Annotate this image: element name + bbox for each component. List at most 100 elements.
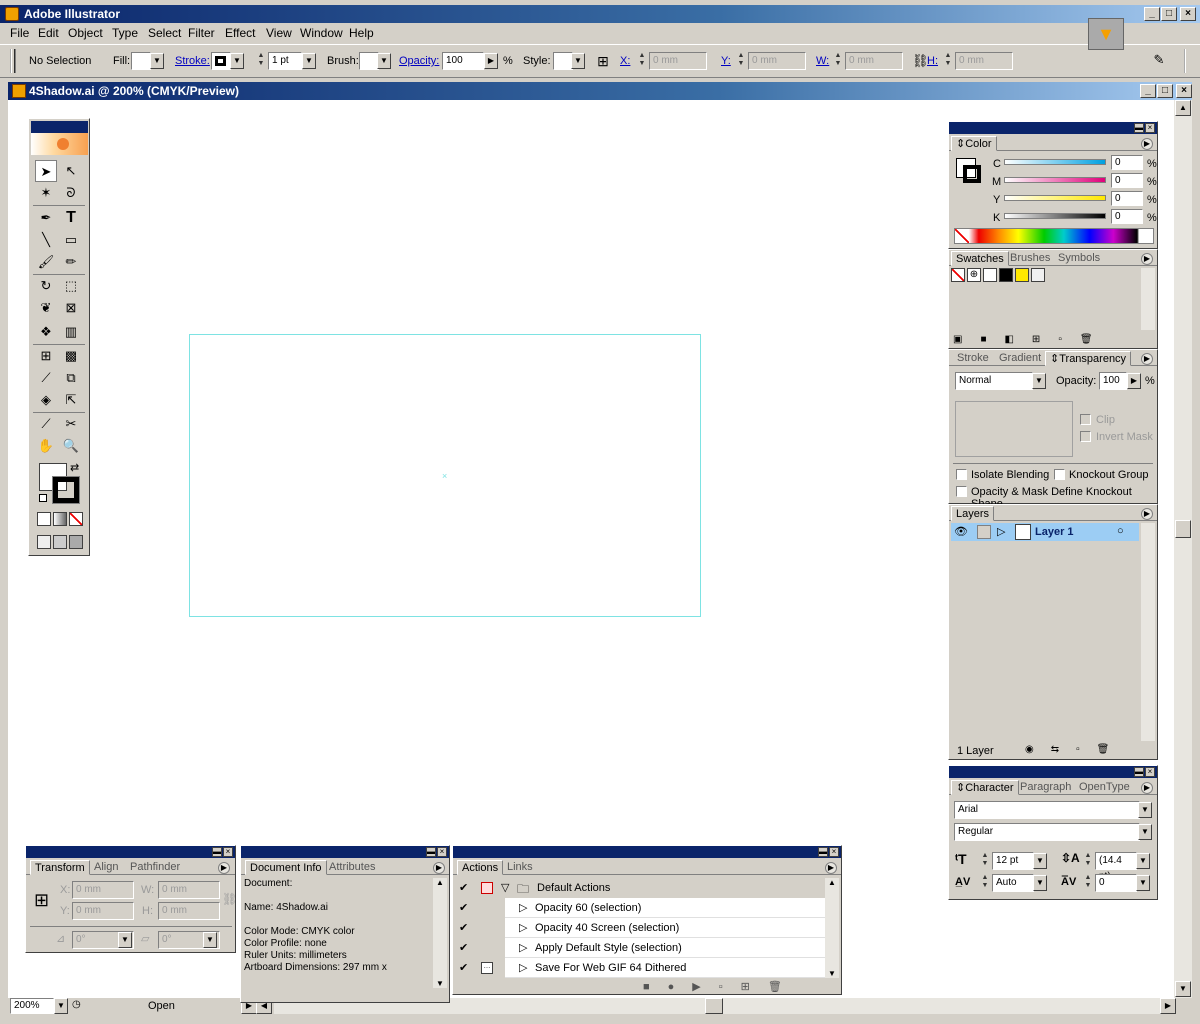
opacity-popup-button[interactable]: ▶	[484, 53, 498, 69]
menu-help[interactable]: Help	[349, 26, 374, 40]
swatch-light-gray[interactable]	[1031, 268, 1045, 282]
panel-close-button[interactable]: ×	[1145, 767, 1155, 777]
panel-minimize-button[interactable]: ▬	[818, 847, 828, 857]
kerning-stepper[interactable]: ▲ ▼	[979, 874, 991, 892]
leading-stepper[interactable]: ▲ ▼	[1082, 852, 1094, 870]
swatches-scrollbar[interactable]	[1141, 268, 1155, 330]
doc-maximize-button[interactable]: □	[1157, 84, 1173, 98]
actions-panel-menu-icon[interactable]: ▶	[825, 862, 837, 874]
swatch-yellow[interactable]	[1015, 268, 1029, 282]
stroke-weight-field[interactable]: 1 pt	[268, 52, 302, 70]
swatches-panel-menu-icon[interactable]: ▶	[1141, 253, 1153, 265]
transform-reference-point-icon[interactable]: ⊞	[34, 890, 49, 911]
live-paint-selection-tool-icon[interactable]: ⇱	[60, 389, 82, 411]
selection-tool-icon[interactable]: ➤	[35, 160, 57, 182]
tab-color[interactable]: ⇕Color	[951, 136, 997, 151]
swatch-black[interactable]	[999, 268, 1013, 282]
zoom-field[interactable]: 200%	[10, 998, 54, 1014]
action-check-icon[interactable]: ✔	[459, 961, 468, 974]
tab-transform[interactable]: Transform	[30, 860, 90, 875]
zoom-dropdown[interactable]: ▼	[54, 998, 68, 1014]
fill-swatch[interactable]	[131, 52, 151, 70]
scale-tool-icon[interactable]: ⬚	[60, 275, 82, 297]
menu-select[interactable]: Select	[148, 26, 181, 40]
knockout-group-checkbox[interactable]	[1054, 469, 1065, 480]
color-stroke-box[interactable]	[963, 165, 981, 183]
w-field[interactable]: 0 mm	[845, 52, 903, 70]
full-screen-menu-mode-icon[interactable]	[53, 535, 67, 549]
action-expand-icon[interactable]: ▷	[519, 901, 527, 914]
black-value[interactable]: 0	[1111, 209, 1143, 224]
menu-filter[interactable]: Filter	[188, 26, 215, 40]
warp-tool-icon[interactable]: ❦	[35, 297, 57, 319]
blend-mode-select[interactable]: Normal	[955, 372, 1033, 390]
h-stepper[interactable]: ▲ ▼	[942, 52, 954, 70]
actions-scrollbar[interactable]: ▲ ▼	[825, 878, 839, 978]
stroke-weight-dropdown[interactable]: ▼	[302, 53, 316, 69]
x-label[interactable]: X:	[620, 55, 630, 67]
swatches-buttons[interactable]: ▣■◧⊞▫🗑	[953, 334, 1111, 345]
standard-screen-mode-icon[interactable]	[37, 535, 51, 549]
kerning-dropdown[interactable]: ▼	[1033, 875, 1047, 891]
action-check-icon[interactable]: ✔	[459, 901, 468, 914]
swatch-white[interactable]	[983, 268, 997, 282]
fill-dropdown[interactable]: ▼	[150, 53, 164, 69]
tab-actions[interactable]: Actions	[457, 860, 504, 875]
free-transform-tool-icon[interactable]: ⊠	[60, 297, 82, 319]
x-field[interactable]: 0 mm	[649, 52, 707, 70]
direct-selection-tool-icon[interactable]: ↖	[60, 160, 82, 182]
layers-buttons[interactable]: ◉⇆▫🗑	[1025, 744, 1126, 755]
magic-wand-tool-icon[interactable]: ✶	[35, 182, 57, 204]
font-size-dropdown[interactable]: ▼	[1033, 853, 1047, 869]
full-screen-mode-icon[interactable]	[69, 535, 83, 549]
action-set-row[interactable]: ✔ ▽ 🗀 Default Actions	[455, 878, 825, 898]
live-paint-bucket-tool-icon[interactable]: ◈	[35, 389, 57, 411]
font-family-dropdown[interactable]: ▼	[1138, 802, 1152, 818]
tab-swatches[interactable]: Swatches	[951, 251, 1009, 266]
tracking-dropdown[interactable]: ▼	[1136, 875, 1150, 891]
transform-panel-header[interactable]: ▬ ×	[26, 846, 235, 858]
vertical-scrollbar[interactable]: ▲ ▼	[1174, 100, 1192, 998]
panel-close-button[interactable]: ×	[829, 847, 839, 857]
menu-view[interactable]: View	[266, 26, 292, 40]
tab-stroke[interactable]: Stroke	[953, 351, 993, 366]
action-item[interactable]: ▷ Opacity 60 (selection)	[505, 898, 825, 918]
swap-fill-stroke-icon[interactable]: ⇄	[70, 461, 79, 474]
dialog-toggle-icon[interactable]: …	[481, 962, 493, 974]
rectangle-tool-icon[interactable]: ▭	[60, 229, 82, 251]
rotate-tool-icon[interactable]: ↻	[35, 275, 57, 297]
stroke-swatch[interactable]	[211, 52, 231, 70]
tab-paragraph[interactable]: Paragraph	[1016, 780, 1075, 795]
lock-toggle[interactable]	[977, 525, 991, 539]
actions-panel-header[interactable]: ▬ ×	[453, 846, 841, 858]
visibility-eye-icon[interactable]: 👁	[954, 525, 968, 538]
stroke-label[interactable]: Stroke:	[175, 55, 210, 67]
default-fill-stroke-icon[interactable]	[39, 494, 47, 502]
layer-name[interactable]: Layer 1	[1035, 526, 1074, 538]
tab-transparency[interactable]: ⇕Transparency	[1045, 351, 1132, 366]
action-item[interactable]: ▷ Opacity 40 Screen (selection)	[505, 918, 825, 938]
scissors-tool-icon[interactable]: ✂	[60, 413, 82, 435]
panel-close-button[interactable]: ×	[1145, 123, 1155, 133]
dialog-toggle-icon[interactable]	[481, 882, 493, 894]
adobe-online-icon[interactable]: ▼	[1088, 18, 1124, 50]
y-stepper[interactable]: ▲ ▼	[735, 52, 747, 70]
clip-checkbox[interactable]	[1080, 414, 1091, 425]
pen-tool-icon[interactable]: ✒	[35, 207, 57, 229]
stroke-weight-stepper[interactable]: ▲ ▼	[255, 52, 267, 70]
h-label[interactable]: H:	[927, 55, 938, 67]
tab-document-info[interactable]: Document Info	[245, 860, 327, 875]
color-panel-header[interactable]: ▬ ×	[949, 122, 1157, 134]
color-mode-icon[interactable]	[37, 512, 51, 526]
transform-y-field[interactable]: 0 mm	[72, 902, 134, 920]
opacity-mask-thumbnail[interactable]	[955, 401, 1073, 457]
scroll-right-button[interactable]: ▶	[1160, 998, 1176, 1014]
close-button[interactable]: ×	[1180, 7, 1196, 21]
minimize-button[interactable]: _	[1144, 7, 1160, 21]
action-item[interactable]: ▷ Save For Web GIF 64 Dithered	[505, 958, 825, 978]
menu-edit[interactable]: Edit	[38, 26, 59, 40]
reference-point-icon[interactable]: ⊞	[594, 52, 612, 70]
stroke-color-box[interactable]	[52, 476, 80, 504]
panel-close-button[interactable]: ×	[223, 847, 233, 857]
action-check-icon[interactable]: ✔	[459, 881, 468, 894]
